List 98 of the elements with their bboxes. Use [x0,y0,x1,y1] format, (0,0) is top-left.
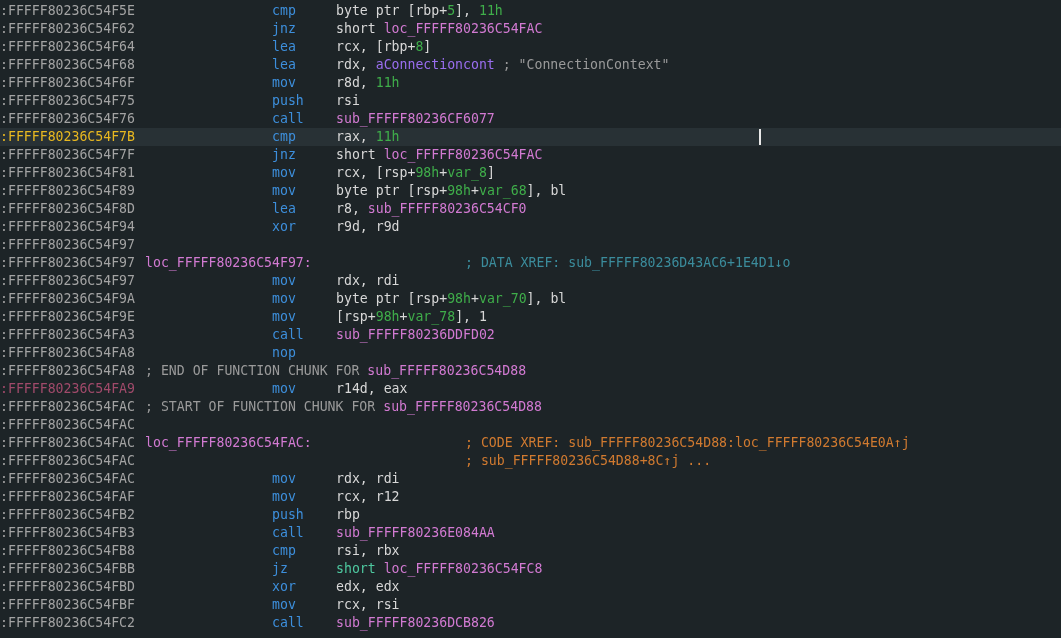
mnemonic-text: jz [272,560,289,578]
operand-text: rdx, rdi [336,470,400,488]
operand-text: rax, 11h [336,128,400,146]
operand-text: short loc_FFFFF80236C54FAC [336,146,543,164]
address-text: :FFFFF80236C54F75 [0,92,136,110]
address-text: :FFFFF80236C54FBD [0,578,136,596]
address-text: :FFFFF80236C54F89 [0,182,136,200]
mnemonic-text: lea [272,38,297,56]
operand-text: r9d, r9d [336,218,400,236]
address-text: :FFFFF80236C54FAC [0,434,136,452]
comment-text: ; DATA XREF: sub_FFFFF80236D43AC6+1E4D1↓o [465,254,791,272]
operand-text: sub_FFFFF80236DCB826 [336,614,495,632]
operand-text: rbp [336,506,360,524]
comment-text: ; CODE XREF: sub_FFFFF80236C54D88:loc_FFFFF80236C54E0A↑j [465,434,910,452]
mnemonic-text: lea [272,56,297,74]
operand-text: [rsp+98h+var_78], 1 [336,308,487,326]
address-text: :FFFFF80236C54FAC [0,470,136,488]
address-text: :FFFFF80236C54F64 [0,38,136,56]
mnemonic-text: mov [272,470,297,488]
mnemonic-text: cmp [272,128,297,146]
mnemonic-text: xor [272,218,297,236]
mnemonic-text: cmp [272,2,297,20]
address-text: :FFFFF80236C54F97 [0,272,136,290]
address-text: :FFFFF80236C54FAC [0,452,136,470]
mnemonic-text: call [272,110,305,128]
mnemonic-text: mov [272,596,297,614]
operand-text: sub_FFFFF80236DDFD02 [336,326,495,344]
address-text: :FFFFF80236C54FBB [0,560,136,578]
address-text: :FFFFF80236C54FA8 [0,344,136,362]
address-text: :FFFFF80236C54FA9 [0,380,136,398]
address-text: :FFFFF80236C54F94 [0,218,136,236]
mnemonic-text: lea [272,200,297,218]
operand-text: short loc_FFFFF80236C54FAC [336,20,543,38]
operand-text: edx, edx [336,578,400,596]
mnemonic-text: call [272,614,305,632]
operand-text: r8, sub_FFFFF80236C54CF0 [336,200,527,218]
operand-text: rcx, rsi [336,596,400,614]
mnemonic-text: mov [272,308,297,326]
comment-text: ; sub_FFFFF80236C54D88+8C↑j ... [465,452,712,470]
label-text: loc_FFFFF80236C54FAC: [145,434,313,452]
address-text: :FFFFF80236C54F9A [0,290,136,308]
address-text: :FFFFF80236C54F97 [0,254,136,272]
mnemonic-text: mov [272,182,297,200]
mnemonic-text: mov [272,290,297,308]
operand-text: rdx, rdi [336,272,400,290]
operand-text: byte ptr [rsp+98h+var_70], bl [336,290,567,308]
address-text: :FFFFF80236C54FBF [0,596,136,614]
operand-text: rcx, [rbp+8] [336,38,432,56]
address-text: :FFFFF80236C54FAC [0,398,136,416]
operand-text: rcx, r12 [336,488,400,506]
address-text: :FFFFF80236C54FAF [0,488,136,506]
comment-text: ; START OF FUNCTION CHUNK FOR sub_FFFFF80236C54D88 [145,398,542,416]
mnemonic-text: mov [272,488,297,506]
mnemonic-text: push [272,92,305,110]
address-text: :FFFFF80236C54F9E [0,308,136,326]
mnemonic-text: mov [272,272,297,290]
address-text: :FFFFF80236C54FB2 [0,506,136,524]
text-cursor [759,129,761,145]
address-text: :FFFFF80236C54F62 [0,20,136,38]
mnemonic-text: mov [272,380,297,398]
comment-text: ; END OF FUNCTION CHUNK FOR sub_FFFFF80236C54D88 [145,362,527,380]
mnemonic-text: mov [272,74,297,92]
operand-text: r8d, 11h [336,74,400,92]
label-text: loc_FFFFF80236C54F97: [145,254,313,272]
operand-text: byte ptr [rbp+5], 11h [336,2,503,20]
address-text: :FFFFF80236C54FB3 [0,524,136,542]
mnemonic-text: xor [272,578,297,596]
address-text: :FFFFF80236C54F7F [0,146,136,164]
operand-text: rdx, aConnectioncont ; "ConnectionContext" [336,56,670,74]
address-text: :FFFFF80236C54F6F [0,74,136,92]
operand-text: sub_FFFFF80236CF6077 [336,110,495,128]
address-text: :FFFFF80236C54F97 [0,236,136,254]
address-text: :FFFFF80236C54F76 [0,110,136,128]
mnemonic-text: jnz [272,20,297,38]
operand-text: sub_FFFFF80236E084AA [336,524,495,542]
mnemonic-text: call [272,326,305,344]
mnemonic-text: cmp [272,542,297,560]
address-text: :FFFFF80236C54FA8 [0,362,136,380]
operand-text: short loc_FFFFF80236C54FC8 [336,560,543,578]
address-text: :FFFFF80236C54FC2 [0,614,136,632]
address-text: :FFFFF80236C54F5E [0,2,136,20]
address-text: :FFFFF80236C54F81 [0,164,136,182]
address-text: :FFFFF80236C54FAC [0,416,136,434]
address-text: :FFFFF80236C54FA3 [0,326,136,344]
address-text: :FFFFF80236C54F8D [0,200,136,218]
operand-text: rsi [336,92,360,110]
operand-text: rcx, [rsp+98h+var_8] [336,164,495,182]
mnemonic-text: call [272,524,305,542]
address-text: :FFFFF80236C54FB8 [0,542,136,560]
mnemonic-text: jnz [272,146,297,164]
mnemonic-text: mov [272,164,297,182]
operand-text: byte ptr [rsp+98h+var_68], bl [336,182,567,200]
mnemonic-text: push [272,506,305,524]
address-text: :FFFFF80236C54F7B [0,128,136,146]
address-text: :FFFFF80236C54F68 [0,56,136,74]
operand-text: rsi, rbx [336,542,400,560]
operand-text: r14d, eax [336,380,408,398]
mnemonic-text: nop [272,344,297,362]
